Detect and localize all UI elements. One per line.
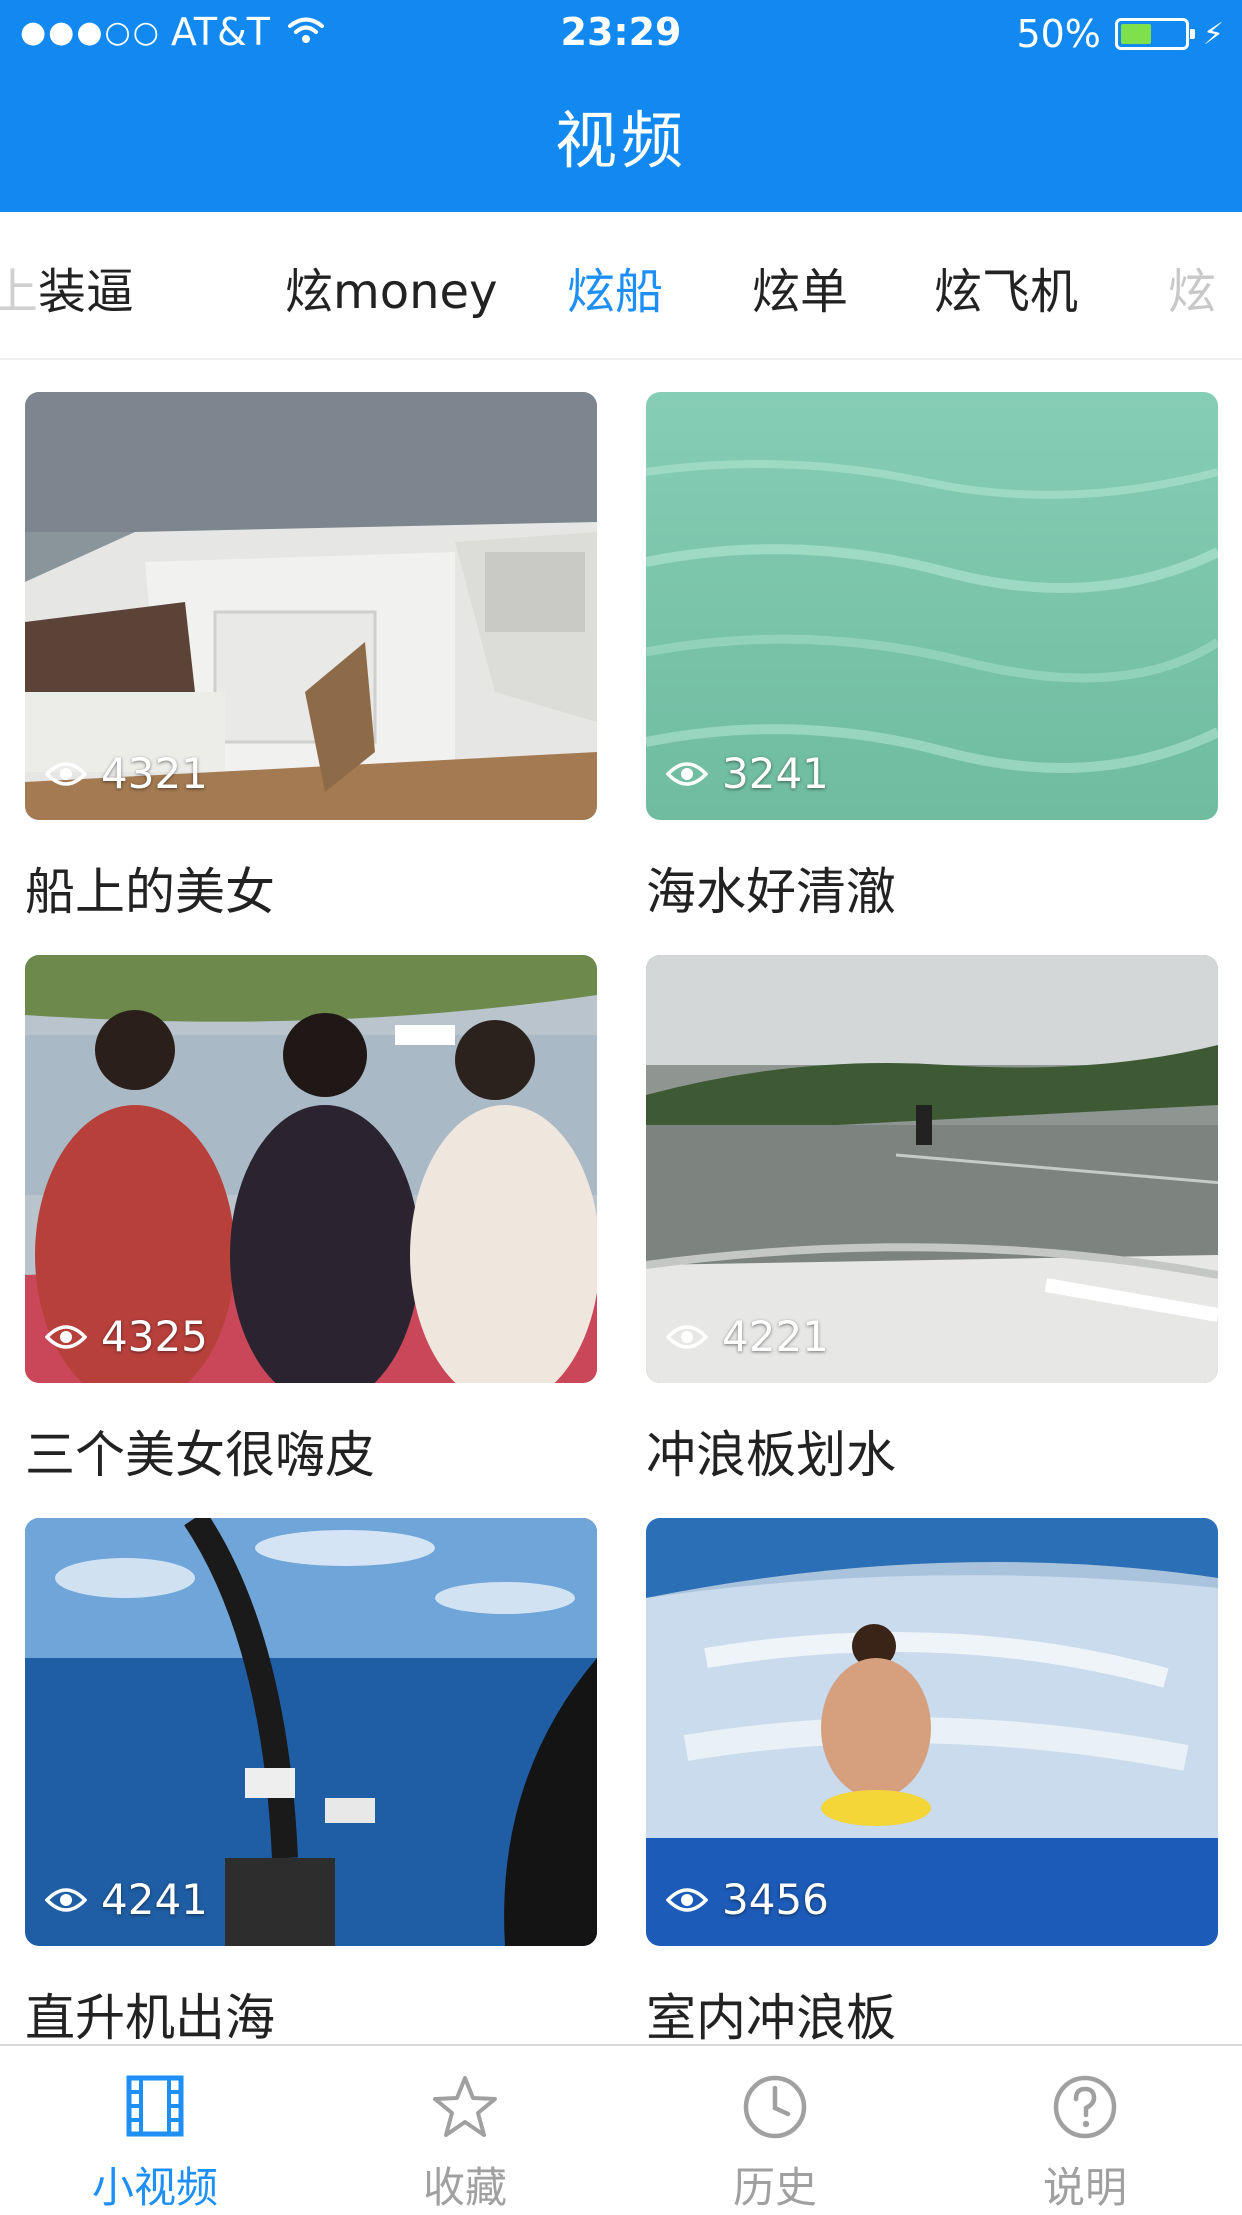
eye-icon — [45, 1887, 87, 1912]
video-card[interactable]: 3241 海水好清澈 — [646, 392, 1218, 921]
tabbar-label: 说明 — [1042, 2163, 1127, 2212]
eye-icon — [45, 761, 87, 786]
view-count: 4241 — [45, 1875, 208, 1924]
video-card[interactable]: 4325 三个美女很嗨皮 — [25, 955, 597, 1484]
battery-status: 50% ⚡ — [1016, 12, 1224, 56]
video-thumbnail[interactable]: 3456 — [646, 1518, 1218, 1946]
battery-icon — [1114, 18, 1195, 50]
video-title[interactable]: 直升机出海 — [25, 1978, 275, 2050]
view-count-value: 3241 — [722, 749, 829, 798]
video-thumbnail[interactable]: 4221 — [646, 955, 1218, 1383]
tab-category-1[interactable]: 炫money — [285, 252, 498, 322]
video-title[interactable]: 海水好清澈 — [646, 852, 896, 924]
video-card[interactable]: 3456 室内冲浪板 — [646, 1518, 1218, 2047]
view-count-value: 4221 — [722, 1312, 829, 1361]
eye-icon — [666, 1887, 708, 1912]
video-thumbnail[interactable]: 4321 — [25, 392, 597, 820]
view-count-value: 4325 — [101, 1312, 208, 1361]
video-card[interactable]: 4221 冲浪板划水 — [646, 955, 1218, 1484]
video-thumbnail[interactable]: 4325 — [25, 955, 597, 1383]
eye-icon — [45, 1324, 87, 1349]
video-title[interactable]: 船上的美女 — [25, 852, 275, 924]
view-count: 4321 — [45, 749, 208, 798]
battery-percent: 50% — [1016, 12, 1101, 56]
charging-icon: ⚡ — [1202, 16, 1224, 52]
tabbar-item-videos[interactable]: 小视频 — [0, 2046, 310, 2212]
view-count-value: 3456 — [722, 1875, 829, 1924]
category-tabs[interactable]: 上装逼 炫money 炫船 炫单 炫飞机 炫 — [0, 212, 1242, 360]
tab-category-4[interactable]: 炫飞机 — [934, 252, 1078, 322]
page-title: 视频 — [554, 104, 687, 177]
eye-icon — [666, 761, 708, 786]
tabbar-item-history[interactable]: 历史 — [620, 2046, 930, 2212]
view-count: 4221 — [666, 1312, 829, 1361]
eye-icon — [666, 1324, 708, 1349]
video-card[interactable]: 4241 直升机出海 — [25, 1518, 597, 2047]
video-thumbnail[interactable]: 4241 — [25, 1518, 597, 1946]
tab-category-2[interactable]: 炫船 — [567, 252, 663, 322]
tabbar-label: 小视频 — [91, 2163, 218, 2212]
help-icon — [930, 2074, 1240, 2140]
view-count-value: 4241 — [101, 1875, 208, 1924]
top-bar: ●●●○○ AT&T 23:29 50% ⚡ 视频 — [0, 0, 1242, 212]
view-count: 3456 — [666, 1875, 829, 1924]
view-count-value: 4321 — [101, 749, 208, 798]
video-title[interactable]: 三个美女很嗨皮 — [25, 1415, 375, 1487]
video-title[interactable]: 冲浪板划水 — [646, 1415, 896, 1487]
view-count: 3241 — [666, 749, 829, 798]
clock-icon — [620, 2074, 930, 2140]
film-icon — [0, 2074, 310, 2138]
tabbar-item-help[interactable]: 说明 — [930, 2046, 1240, 2212]
star-icon — [310, 2074, 620, 2140]
tab-category-3[interactable]: 炫单 — [752, 252, 848, 322]
tabbar-item-favorites[interactable]: 收藏 — [310, 2046, 620, 2212]
view-count: 4325 — [45, 1312, 208, 1361]
video-title[interactable]: 室内冲浪板 — [646, 1978, 896, 2050]
tab-category-0-label: 装逼 — [38, 264, 135, 320]
tab-category-0[interactable]: 上装逼 — [0, 252, 134, 322]
video-card[interactable]: 4321 船上的美女 — [25, 392, 597, 921]
status-bar: ●●●○○ AT&T 23:29 50% ⚡ — [0, 0, 1242, 70]
tab-category-5[interactable]: 炫 — [1168, 252, 1216, 322]
tabbar-label: 历史 — [732, 2163, 817, 2212]
tabbar-label: 收藏 — [422, 2163, 507, 2212]
video-thumbnail[interactable]: 3241 — [646, 392, 1218, 820]
bottom-tab-bar: 小视频 收藏 历史 说明 — [0, 2044, 1242, 2212]
